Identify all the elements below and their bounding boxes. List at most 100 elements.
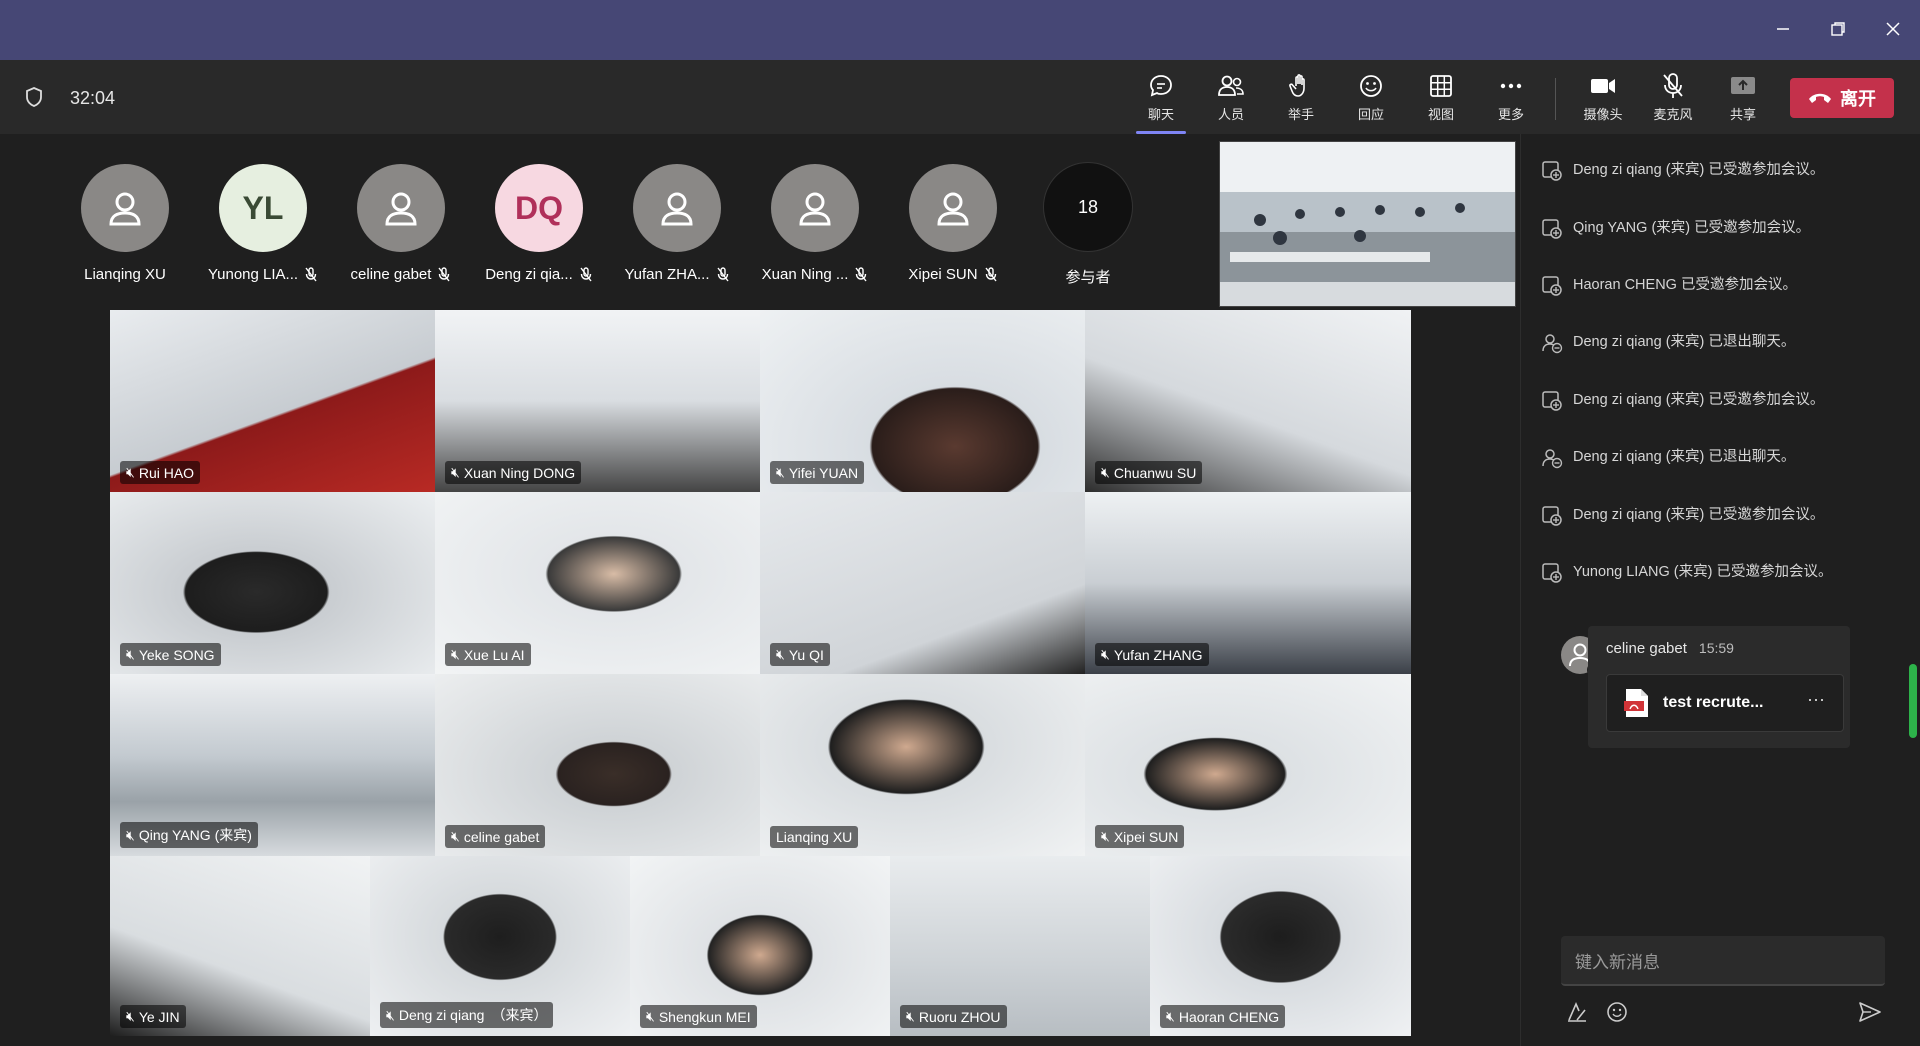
video-tile[interactable]: 🔇︎ celine gabet [435,674,760,856]
video-tile[interactable]: 🔇︎ Shengkun MEI [630,856,890,1036]
video-tile[interactable]: 🔇︎ Rui HAO [110,310,435,492]
add-person-icon [1541,275,1563,302]
person-icon [661,192,693,226]
camera-button[interactable]: 摄像头 [1570,70,1636,128]
emoji-button[interactable] [1605,1000,1629,1029]
people-button[interactable]: 人员 [1198,70,1264,128]
mic-off-icon: 🔇︎ [126,1008,135,1024]
mic-off-icon: 🔇︎ [126,464,135,480]
raise-hand-icon [1289,74,1305,97]
participant-name: Qing YANG (来宾) [138,827,252,843]
chat-event: Deng zi qiang (来宾) 已退出聊天。 [1573,334,1796,350]
mic-off-icon [985,266,997,281]
video-tile[interactable]: Lianqing XU [760,674,1085,856]
mic-off-icon: 🔇︎ [1101,464,1110,480]
view-button[interactable]: 视图 [1408,70,1474,128]
close-button[interactable] [1875,14,1911,44]
video-tile[interactable]: 🔇︎ Yufan ZHANG [1085,492,1411,674]
participant-name: Xuan Ning DONG [463,464,576,481]
video-tile[interactable]: 🔇︎ Qing YANG (来宾) [110,674,435,856]
participant-name: celine gabet [463,828,540,845]
reaction-button[interactable]: 回应 [1338,70,1404,128]
shield-icon [24,86,44,113]
avatar [357,164,445,252]
send-button[interactable] [1857,1000,1883,1029]
video-tile[interactable]: 🔇︎ Xipei SUN [1085,674,1411,856]
more-options-icon[interactable]: ··· [1807,689,1825,710]
reaction-icon [1360,75,1382,97]
mic-off-icon: 🔇︎ [1166,1008,1175,1024]
participant-name: Rui HAO [138,464,195,481]
avatar: DQ [495,164,583,252]
participants-count: 18 [1043,162,1133,252]
participant-name: Deng zi qia... [485,266,573,283]
participant-avatar-1[interactable]: Lianqing XU [55,164,195,283]
participant-name: Yunong LIA... [207,266,299,283]
minimize-icon [1777,28,1789,30]
more-button[interactable]: 更多 [1478,70,1544,128]
title-bar [0,0,1920,60]
participant-avatar-5[interactable]: Yufan ZHA... [607,164,747,283]
avatar [81,164,169,252]
video-tile[interactable]: 🔇︎ Ye JIN [110,856,370,1036]
file-attachment[interactable]: test recrute... ··· [1606,674,1844,732]
video-tile[interactable]: 🔇︎ Yeke SONG [110,492,435,674]
self-view-video[interactable] [1219,141,1516,307]
chat-button[interactable]: 聊天 [1128,70,1194,134]
meeting-timer: 32:04 [70,88,116,108]
leave-button[interactable]: 离开 [1790,78,1894,118]
add-person-icon [1541,562,1563,589]
participants-count-label: 参与者 [1065,269,1111,286]
more-icon [1500,83,1522,89]
camera-icon [1591,79,1615,93]
send-icon [1859,1002,1881,1022]
add-person-icon [1541,218,1563,245]
mic-off-icon [855,266,867,281]
pdf-file-icon [1624,689,1648,717]
format-button[interactable] [1565,1000,1589,1029]
participant-avatar-6[interactable]: Xuan Ning ... [745,164,885,283]
mic-off-icon: 🔇︎ [451,646,460,662]
participants-overflow-button[interactable]: 18 参与者 [1018,162,1158,287]
person-leave-icon [1541,447,1563,474]
leave-label: 离开 [1840,89,1876,109]
message-input-placeholder: 键入新消息 [1575,952,1660,972]
video-tile[interactable]: 🔇︎ Xuan Ning DONG [435,310,760,492]
video-tile[interactable]: 🔇︎ Deng zi qiang （来宾） [370,856,630,1036]
video-tile[interactable]: 🔇︎ Yifei YUAN [760,310,1085,492]
chat-event: Deng zi qiang (来宾) 已受邀参加会议。 [1573,507,1825,523]
mic-off-icon: 🔇︎ [646,1008,655,1024]
minimize-button[interactable] [1765,14,1801,44]
mic-button[interactable]: 麦克风 [1640,70,1706,128]
mic-off-icon [1663,73,1683,98]
raise-hand-button[interactable]: 举手 [1268,70,1334,128]
message-input[interactable]: 键入新消息 [1561,936,1885,986]
video-grid: 🔇︎ Rui HAO 🔇︎ Xuan Ning DONG 🔇︎ Yifei YUAN … [110,310,1411,1036]
video-tile[interactable]: 🔇︎ Yu QI [760,492,1085,674]
participant-avatar-3[interactable]: celine gabet [331,164,471,283]
participant-name: Ye JIN [138,1008,180,1025]
video-tile[interactable]: 🔇︎ Haoran CHENG [1150,856,1411,1036]
participant-name: Haoran CHENG [1178,1008,1280,1025]
participant-name: Yeke SONG [138,646,215,663]
restore-icon [1831,22,1845,36]
message-time: 15:59 [1698,640,1734,656]
mic-off-icon: 🔇︎ [906,1008,915,1024]
people-icon [1218,75,1244,96]
add-person-icon [1541,505,1563,532]
participant-avatar-7[interactable]: Xipei SUN [883,164,1023,283]
participant-avatar-4[interactable]: DQ Deng zi qia... [469,164,609,283]
participant-avatar-2[interactable]: YL Yunong LIA... [193,164,333,283]
participant-name: Xuan Ning ... [761,266,849,283]
scrollbar-thumb[interactable] [1909,664,1917,738]
chat-event: Deng zi qiang (来宾) 已退出聊天。 [1573,449,1796,465]
avatar [633,164,721,252]
video-tile[interactable]: 🔇︎ Xue Lu AI [435,492,760,674]
mic-off-icon: 🔇︎ [1101,646,1110,662]
sender-name: celine gabet [1606,640,1687,657]
video-tile[interactable]: 🔇︎ Chuanwu SU [1085,310,1411,492]
chat-event: Deng zi qiang (来宾) 已受邀参加会议。 [1573,162,1825,178]
restore-button[interactable] [1820,14,1856,44]
video-tile[interactable]: 🔇︎ Ruoru ZHOU [890,856,1150,1036]
share-button[interactable]: 共享 [1710,70,1776,128]
